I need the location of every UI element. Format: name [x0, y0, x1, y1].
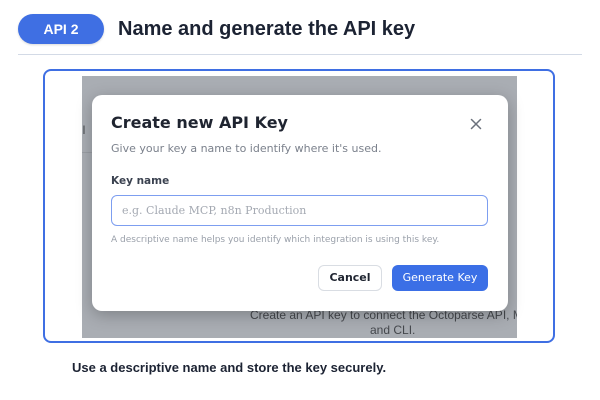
background-description-line-2: and CLI.: [370, 323, 416, 337]
key-name-input[interactable]: [111, 195, 488, 226]
cancel-button[interactable]: Cancel: [318, 265, 382, 291]
step-title: Name and generate the API key: [118, 18, 416, 40]
create-api-key-dialog: Create new API Key Give your key a name …: [92, 95, 508, 311]
step-badge: API 2: [18, 14, 104, 44]
key-name-label: Key name: [111, 175, 170, 187]
generate-key-button[interactable]: Generate Key: [392, 265, 488, 291]
caption: Use a descriptive name and store the key…: [72, 360, 387, 375]
key-name-help-text: A descriptive name helps you identify wh…: [111, 235, 440, 245]
dialog-subtitle: Give your key a name to identify where i…: [111, 142, 382, 155]
background-side-text: ll: [82, 123, 86, 137]
title-divider: [18, 54, 582, 55]
dialog-title: Create new API Key: [111, 113, 288, 132]
close-icon[interactable]: [466, 114, 486, 134]
